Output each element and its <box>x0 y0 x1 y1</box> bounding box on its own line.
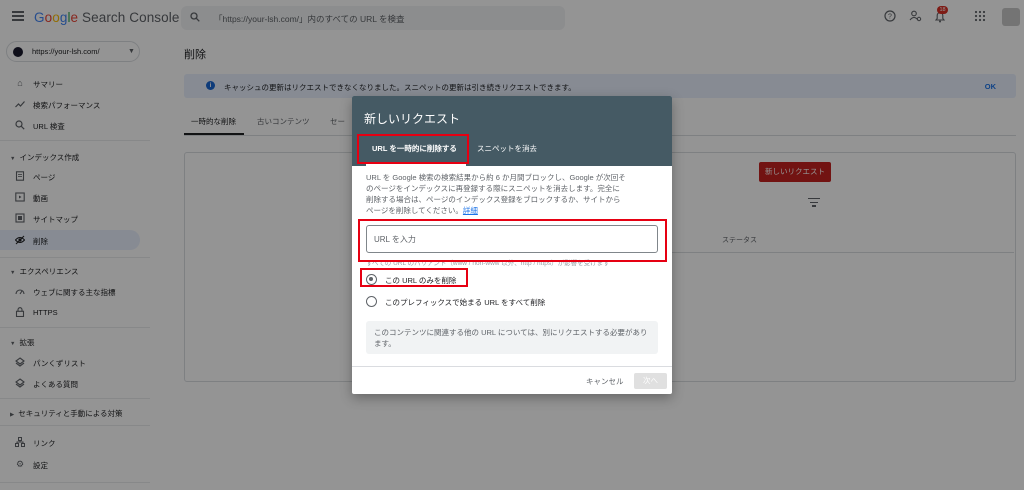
description-line: URL を Google 検索の検索結果から約 6 か月間ブロックし、Googl… <box>366 173 626 182</box>
dialog-title: 新しいリクエスト <box>364 112 461 126</box>
note-text: このコンテンツに関連する他の URL については、別にリクエストする必要がありま… <box>374 328 648 348</box>
description-line: のページをインデックスに再登録する際にスニペットを消去します。完全に <box>366 184 620 193</box>
new-request-dialog: 新しいリクエスト URL を一時的に削除する スニペットを消去 URL を Go… <box>352 96 672 394</box>
highlight-box <box>360 268 468 287</box>
tab-clear-snippet[interactable]: スニペットを消去 <box>477 143 537 154</box>
highlight-box <box>358 219 667 262</box>
highlight-box <box>357 134 469 164</box>
dialog-description: URL を Google 検索の検索結果から約 6 か月間ブロックし、Googl… <box>366 172 664 216</box>
note-box: このコンテンツに関連する他の URL については、別にリクエストする必要がありま… <box>366 321 658 354</box>
cancel-button[interactable]: キャンセル <box>586 376 624 387</box>
radio-unchecked-icon[interactable] <box>366 296 377 307</box>
next-button[interactable]: 次へ <box>634 373 667 389</box>
description-line: 削除する場合は、ページのインデックス登録をブロックするか、サイトから <box>366 195 621 204</box>
radio-label: このプレフィックスで始まる URL をすべて削除 <box>385 298 546 307</box>
details-link[interactable]: 詳細 <box>463 206 478 215</box>
description-line: ページを削除してください。 <box>366 206 463 215</box>
dialog-footer-divider <box>352 366 672 367</box>
